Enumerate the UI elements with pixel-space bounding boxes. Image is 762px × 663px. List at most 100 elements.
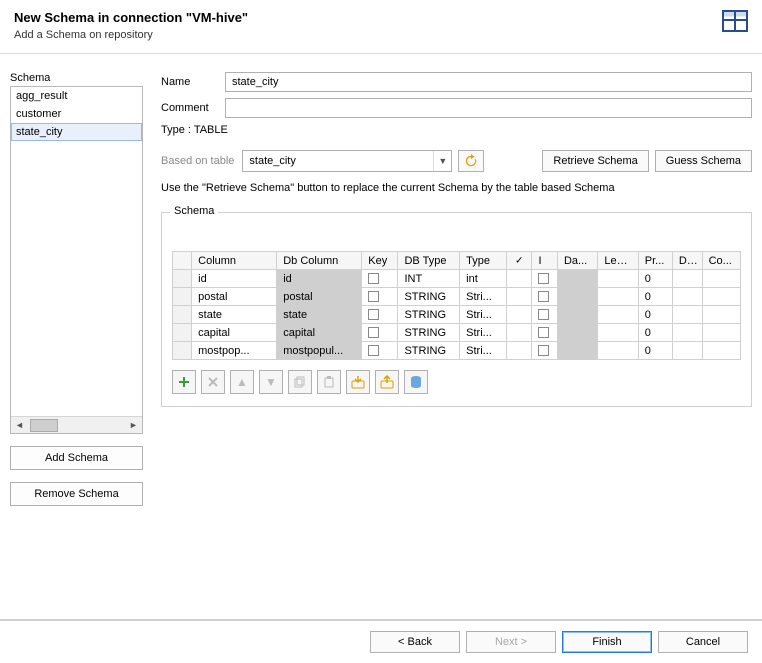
guess-schema-button[interactable]: Guess Schema: [655, 150, 752, 172]
cell-type[interactable]: Stri...: [460, 288, 507, 306]
checkbox-icon[interactable]: [538, 273, 549, 284]
table-row[interactable]: capitalcapital STRINGStri... 0: [173, 324, 741, 342]
cell-pr[interactable]: 0: [638, 288, 672, 306]
checkbox-icon[interactable]: [538, 327, 549, 338]
cell-db-type[interactable]: INT: [398, 270, 460, 288]
remove-schema-button[interactable]: Remove Schema: [10, 482, 143, 506]
cell-db-type[interactable]: STRING: [398, 324, 460, 342]
cell-da[interactable]: [557, 306, 597, 324]
cell-column[interactable]: postal: [192, 288, 277, 306]
cell-column[interactable]: state: [192, 306, 277, 324]
move-up-button[interactable]: ▲: [230, 370, 254, 394]
checkbox-icon[interactable]: [368, 273, 379, 284]
cell-key[interactable]: [362, 324, 398, 342]
cell-type[interactable]: Stri...: [460, 324, 507, 342]
col-header[interactable]: Co...: [702, 252, 740, 270]
retrieve-schema-button[interactable]: Retrieve Schema: [542, 150, 648, 172]
table-row[interactable]: ididINTint0: [173, 270, 741, 288]
cell-db-type[interactable]: STRING: [398, 288, 460, 306]
cell-co[interactable]: [702, 324, 740, 342]
checkbox-icon[interactable]: [538, 345, 549, 356]
scroll-right-arrow-icon[interactable]: ►: [125, 417, 142, 434]
col-header[interactable]: Column: [192, 252, 277, 270]
cell-d[interactable]: [672, 270, 702, 288]
cell-pr[interactable]: 0: [638, 270, 672, 288]
row-header[interactable]: [173, 342, 192, 360]
import-button[interactable]: [346, 370, 370, 394]
col-header[interactable]: Db Column: [277, 252, 362, 270]
col-header[interactable]: Da...: [557, 252, 597, 270]
cell-len[interactable]: [598, 324, 638, 342]
cell-d[interactable]: [672, 306, 702, 324]
cancel-button[interactable]: Cancel: [658, 631, 748, 653]
table-row[interactable]: statestateSTRINGStri...0: [173, 306, 741, 324]
table-row[interactable]: postalpostalSTRINGStri...0: [173, 288, 741, 306]
cell-flag[interactable]: [506, 270, 532, 288]
checkbox-icon[interactable]: [368, 345, 379, 356]
cell-d[interactable]: [672, 324, 702, 342]
col-header[interactable]: I: [532, 252, 558, 270]
row-header[interactable]: [173, 324, 192, 342]
col-header[interactable]: Type: [460, 252, 507, 270]
cell-db-type[interactable]: STRING: [398, 342, 460, 360]
table-row[interactable]: mostpop...mostpopul...STRINGStri...0: [173, 342, 741, 360]
hscrollbar[interactable]: ◄ ►: [11, 416, 142, 433]
cell-key[interactable]: [362, 306, 398, 324]
checkbox-icon[interactable]: [538, 291, 549, 302]
cell-db-column[interactable]: state: [277, 306, 362, 324]
row-header[interactable]: [173, 306, 192, 324]
cell-flag[interactable]: [506, 324, 532, 342]
cell-da[interactable]: [557, 342, 597, 360]
schema-table[interactable]: Column Db Column Key DB Type Type I Da..…: [172, 251, 741, 360]
schema-item[interactable]: state_city: [11, 123, 142, 141]
copy-button[interactable]: [288, 370, 312, 394]
cell-da[interactable]: [557, 270, 597, 288]
cell-i[interactable]: [532, 324, 558, 342]
cell-db-column[interactable]: capital: [277, 324, 362, 342]
scroll-left-arrow-icon[interactable]: ◄: [11, 417, 28, 434]
cell-pr[interactable]: 0: [638, 306, 672, 324]
based-on-combo[interactable]: ▼: [242, 150, 452, 172]
cell-i[interactable]: [532, 288, 558, 306]
cell-len[interactable]: [598, 342, 638, 360]
cell-key[interactable]: [362, 288, 398, 306]
cell-co[interactable]: [702, 288, 740, 306]
cell-db-type[interactable]: STRING: [398, 306, 460, 324]
cell-flag[interactable]: [506, 306, 532, 324]
cell-co[interactable]: [702, 270, 740, 288]
cell-pr[interactable]: 0: [638, 342, 672, 360]
schema-item[interactable]: agg_result: [11, 87, 142, 105]
chevron-down-icon[interactable]: ▼: [433, 151, 451, 171]
cell-column[interactable]: capital: [192, 324, 277, 342]
paste-button[interactable]: [317, 370, 341, 394]
cell-i[interactable]: [532, 270, 558, 288]
checkbox-icon[interactable]: [368, 309, 379, 320]
col-header[interactable]: Key: [362, 252, 398, 270]
cell-type[interactable]: int: [460, 270, 507, 288]
cell-da[interactable]: [557, 324, 597, 342]
cell-db-column[interactable]: id: [277, 270, 362, 288]
cell-type[interactable]: Stri...: [460, 342, 507, 360]
add-schema-button[interactable]: Add Schema: [10, 446, 143, 470]
cell-d[interactable]: [672, 342, 702, 360]
cell-i[interactable]: [532, 306, 558, 324]
col-header[interactable]: Len...: [598, 252, 638, 270]
checkbox-icon[interactable]: [538, 309, 549, 320]
delete-row-button[interactable]: [201, 370, 225, 394]
cell-len[interactable]: [598, 288, 638, 306]
cell-co[interactable]: [702, 342, 740, 360]
checkbox-icon[interactable]: [368, 327, 379, 338]
cell-d[interactable]: [672, 288, 702, 306]
col-header[interactable]: DB Type: [398, 252, 460, 270]
cell-flag[interactable]: [506, 342, 532, 360]
schema-list[interactable]: agg_result customer state_city ◄ ►: [10, 86, 143, 434]
checkbox-icon[interactable]: [368, 291, 379, 302]
comment-input[interactable]: [225, 98, 752, 118]
cell-da[interactable]: [557, 288, 597, 306]
database-button[interactable]: [404, 370, 428, 394]
refresh-button[interactable]: [458, 150, 484, 172]
cell-pr[interactable]: 0: [638, 324, 672, 342]
cell-len[interactable]: [598, 306, 638, 324]
based-on-input[interactable]: [243, 155, 433, 167]
cell-i[interactable]: [532, 342, 558, 360]
